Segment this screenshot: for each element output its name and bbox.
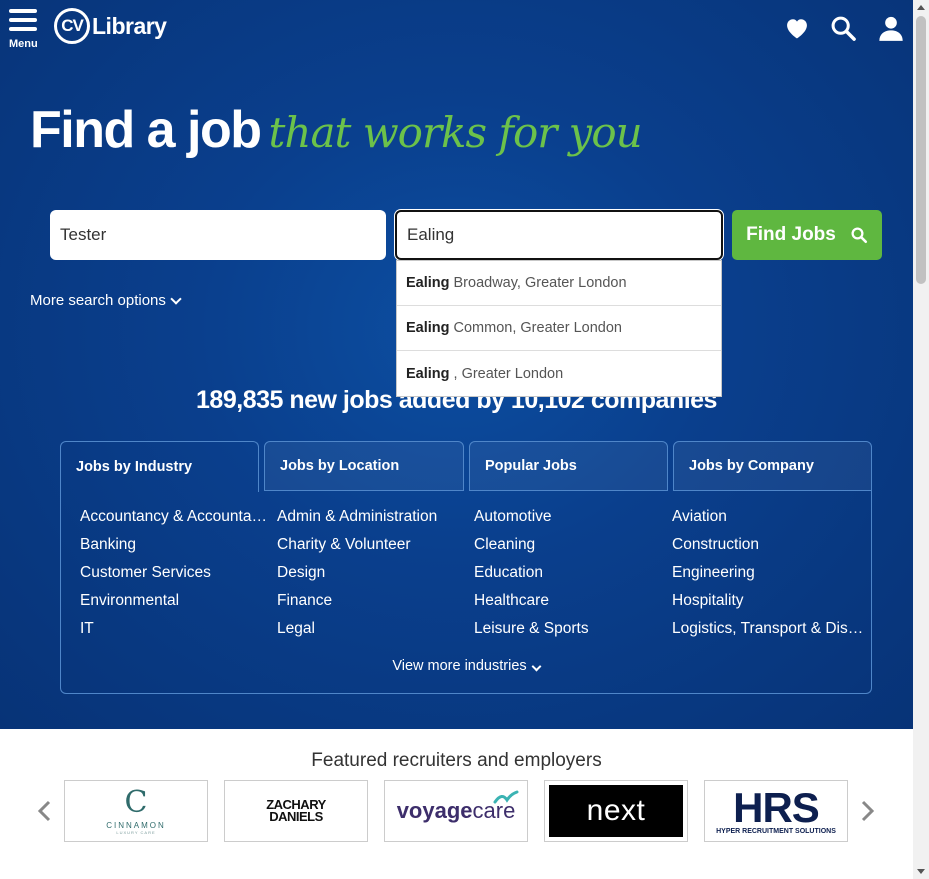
industry-link[interactable]: Education [474,563,672,583]
recruiter-logo-zachary-daniels[interactable]: ZACHARY DANIELS [224,780,368,842]
tab-jobs-by-industry[interactable]: Jobs by Industry [60,441,259,492]
industry-link[interactable]: Leisure & Sports [474,619,672,639]
menu-icon-bar [9,18,37,22]
menu-button[interactable]: Menu [9,9,39,50]
view-more-industries-link[interactable]: View more industries [0,658,913,674]
location-input[interactable]: Ealing [395,210,723,260]
hero-section: Menu CV Library Find a job that works for… [0,0,913,729]
featured-recruiters: Featured recruiters and employers C CINN… [0,729,913,879]
suggestion-rest: , Greater London [453,365,564,382]
hrs-sub: HYPER RECRUITMENT SOLUTIONS [716,827,836,835]
voyage-swoosh-icon [493,790,519,804]
recruiter-logo-hrs[interactable]: HRS HYPER RECRUITMENT SOLUTIONS [704,780,848,842]
menu-icon [9,9,37,13]
tab-label: Popular Jobs [485,458,577,474]
suggestion-match: Ealing [406,365,450,382]
chevron-down-icon [170,292,182,305]
suggestion-match: Ealing [406,320,450,336]
recruiter-logo-voyage-care[interactable]: voyagecare [384,780,528,842]
industry-link[interactable]: Aviation [672,507,870,527]
menu-icon-bar [9,27,37,31]
industry-link[interactable]: Banking [80,535,277,555]
tab-jobs-by-location[interactable]: Jobs by Location [264,441,464,491]
page-title: Find a job that works for you [30,100,643,160]
industry-link[interactable]: Environmental [80,591,277,611]
browse-tabs: Jobs by Industry Jobs by Location Popula… [60,441,872,492]
tab-jobs-by-company[interactable]: Jobs by Company [673,441,872,491]
more-search-options-label: More search options [30,292,166,309]
industry-link[interactable]: Logistics, Transport & Distribution [672,619,870,639]
tab-label: Jobs by Industry [76,459,193,475]
suggestion-rest: Common, Greater London [453,320,622,336]
view-more-label: View more industries [392,658,527,674]
cinnamon-name: CINNAMON [106,821,166,830]
industry-link[interactable]: Legal [277,619,474,639]
scroll-up-icon[interactable] [917,5,925,10]
industry-link[interactable]: Charity & Volunteer [277,535,474,555]
find-jobs-label: Find Jobs [746,224,836,245]
hrs-logo: HRS HYPER RECRUITMENT SOLUTIONS [716,783,836,835]
carousel-next-icon[interactable] [861,800,875,822]
menu-label: Menu [9,38,38,50]
page: Menu CV Library Find a job that works for… [0,0,913,879]
tab-label: Jobs by Company [689,458,814,474]
industry-link[interactable]: Construction [672,535,870,555]
suggestion-match: Ealing [406,275,450,291]
tab-popular-jobs[interactable]: Popular Jobs [469,441,668,491]
recruiter-logo-cinnamon[interactable]: C CINNAMON LUXURY CARE [64,780,208,842]
suggestion-item[interactable]: Ealing Broadway, Greater London [397,261,721,306]
industry-link[interactable]: Cleaning [474,535,672,555]
suggestion-item[interactable]: Ealing, Greater London [397,351,721,396]
voyage-name: voyage [396,798,473,823]
hrs-name: HRS [733,783,820,831]
carousel-prev-icon[interactable] [37,800,51,822]
featured-title: Featured recruiters and employers [311,750,602,771]
industry-link[interactable]: Design [277,563,474,583]
industry-link[interactable]: Healthcare [474,591,672,611]
next-name: next [586,794,646,827]
industry-link[interactable]: Automotive [474,507,672,527]
user-icon[interactable] [877,14,905,42]
suggestion-rest: Broadway, Greater London [453,275,627,291]
cinnamon-mark: C [124,785,148,820]
find-jobs-button[interactable]: Find Jobs [732,210,882,260]
scroll-thumb[interactable] [916,16,926,284]
industry-link[interactable]: Finance [277,591,474,611]
location-suggestions: Ealing Broadway, Greater London Ealing C… [396,260,722,397]
industry-links: Accountancy & Accountancy (Qualified) Ad… [80,507,870,639]
industry-link[interactable]: IT [80,619,277,639]
headline-main: Find a job [30,101,262,159]
logo-cv-mark: CV [54,8,90,44]
cinnamon-sub: LUXURY CARE [116,830,156,835]
logo-text: Library [92,12,167,39]
heart-icon[interactable] [783,14,811,42]
industry-link[interactable]: Engineering [672,563,870,583]
zachary-sub: DANIELS [269,809,323,824]
search-icon [851,227,867,244]
tab-label: Jobs by Location [280,458,400,474]
site-header: Menu CV Library [0,0,913,56]
cinnamon-logo: C CINNAMON LUXURY CARE [106,785,166,836]
headline-script: that works for you [268,108,643,157]
recruiter-logo-next[interactable]: next [544,780,688,842]
industry-link[interactable]: Accountancy & Accountancy (Qualified) [80,507,277,527]
voyage-care-logo: voyagecare [396,790,519,824]
scroll-down-icon[interactable] [917,869,925,874]
search-icon[interactable] [829,14,857,42]
site-logo[interactable]: CV Library [54,8,167,44]
chevron-down-icon [531,661,542,672]
industry-link[interactable]: Admin & Administration [277,507,474,527]
keyword-input[interactable]: Tester [50,210,386,260]
next-logo: next [549,785,683,837]
suggestion-item[interactable]: Ealing Common, Greater London [397,306,721,351]
vertical-scrollbar[interactable] [913,0,929,879]
zachary-daniels-logo: ZACHARY DANIELS [266,798,326,824]
industry-link[interactable]: Customer Services [80,563,277,583]
industry-link[interactable]: Hospitality [672,591,870,611]
more-search-options-link[interactable]: More search options [30,292,182,309]
